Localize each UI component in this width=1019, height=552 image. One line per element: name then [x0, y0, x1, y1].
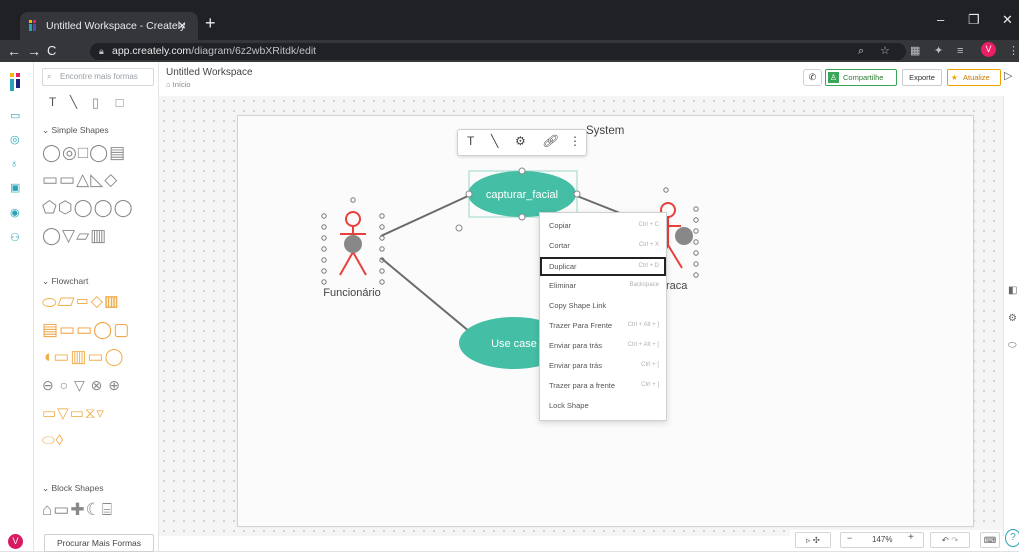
menu-item-send-back[interactable]: Enviar para trás Ctrl + Alt + [ [540, 337, 666, 354]
selection-handle[interactable] [518, 167, 526, 175]
link-icon[interactable]: 🔗︎ [542, 133, 557, 149]
pointer-icon: ▹ ✣ [806, 535, 820, 545]
undo-redo-group: ↶ ↷ [930, 532, 970, 548]
connector-icon[interactable]: ╲ [491, 133, 498, 149]
usecase-2-label: Use case [491, 338, 537, 350]
style-icon[interactable]: ⚙ [515, 133, 526, 149]
menu-item-copy[interactable]: Copiar Ctrl + C [540, 217, 666, 234]
actor-funcionario[interactable] [339, 211, 367, 276]
zoom-in-button[interactable]: + [908, 532, 914, 543]
menu-item-bring-front[interactable]: Trazer Para Frente Ctrl + Alt + ] [540, 317, 666, 334]
menu-item-copy-link[interactable]: Copy Shape Link [540, 297, 666, 314]
selection-handle[interactable] [573, 190, 581, 198]
keyboard-icon[interactable]: ⌨ [980, 532, 1000, 548]
connector-line[interactable] [380, 195, 469, 237]
actor-funcionario-label: Funcionário [323, 287, 380, 299]
more-options-icon[interactable]: ⋮ [569, 133, 581, 149]
diagram-layer: capturar_facial Use case Funcionário rac… [321, 167, 699, 369]
text-format-icon[interactable]: T [467, 133, 474, 149]
usecase-capturar-facial-label: capturar_facial [486, 189, 558, 201]
zoom-out-button[interactable]: − [847, 533, 852, 543]
zoom-level[interactable]: 147% [872, 535, 892, 544]
selection-handle[interactable] [518, 213, 526, 221]
actor-right-label: raca [666, 280, 688, 292]
connector-line[interactable] [380, 257, 471, 333]
menu-item-delete[interactable]: Eliminar Backspace [540, 277, 666, 294]
menu-item-bring-forward[interactable]: Trazer para a frente Ctrl + ] [540, 377, 666, 394]
undo-icon[interactable]: ↶ [942, 535, 949, 545]
menu-item-duplicate[interactable]: Duplicar Ctrl + D [540, 257, 666, 276]
context-menu: Copiar Ctrl + C Cortar Ctrl + X Duplicar Ct… [539, 212, 667, 421]
redo-icon[interactable]: ↷ [951, 535, 958, 545]
menu-item-lock-shape[interactable]: Lock Shape [540, 397, 666, 414]
help-button[interactable]: ? [1005, 529, 1019, 547]
select-tool-button[interactable]: ▹ ✣ [795, 532, 831, 548]
menu-item-cut[interactable]: Cortar Ctrl + X [540, 237, 666, 254]
system-boundary-label[interactable]: System [586, 125, 624, 137]
selection-handle[interactable] [465, 190, 473, 198]
menu-item-send-backward[interactable]: Enviar para trás Ctrl + [ [540, 357, 666, 374]
rotate-handle[interactable] [455, 224, 463, 232]
